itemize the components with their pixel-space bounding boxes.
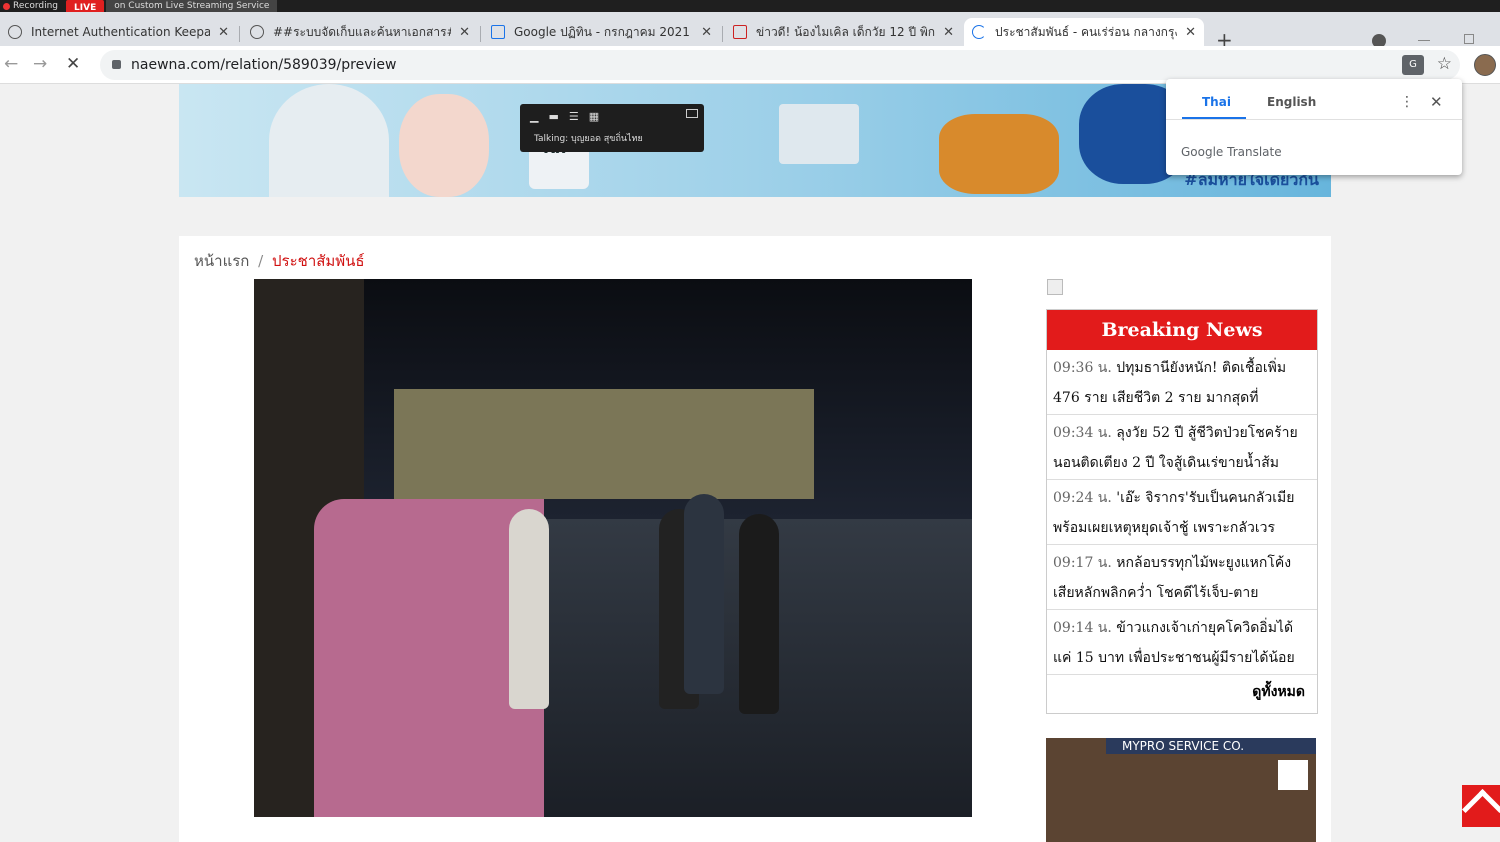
sidebar-ad[interactable]: MYPRO SERVICE CO. [1046, 738, 1316, 842]
translate-tab-thai[interactable]: Thai [1202, 95, 1231, 109]
google-translate-brand: Google Translate [1181, 145, 1282, 159]
talking-indicator: Talking: บุญยอด สุขถิ่นไทย [534, 134, 643, 144]
breaking-news-item[interactable]: 09:36 น. ปทุมธานียังหนัก! ติดเชื้อเพิ่ม … [1047, 350, 1317, 415]
breaking-news-item[interactable]: 09:34 น. ลุงวัย 52 ปี สู้ชีวิตป่วยโชคร้า… [1047, 415, 1317, 480]
globe-icon [8, 25, 22, 39]
url-text[interactable]: naewna.com/relation/589039/preview [131, 57, 396, 73]
banner-figure [269, 84, 389, 197]
close-icon[interactable]: ✕ [1430, 93, 1443, 111]
tab-internet-auth[interactable]: Internet Authentication Keepalive ✕ [0, 18, 237, 46]
close-icon[interactable]: ✕ [1185, 25, 1196, 40]
tab-title: ประชาสัมพันธ์ - คนเร่ร่อน กลางกรุง มีม [995, 24, 1178, 39]
banner-ad[interactable]: Rx #ลมหายใจเดียวกัน [179, 84, 1331, 197]
tab-strip: Internet Authentication Keepalive ✕ ##ระ… [0, 12, 1500, 52]
stop-loading-icon[interactable]: ✕ [66, 54, 80, 74]
recording-status: Recording [13, 1, 59, 11]
tab-title: ##ระบบจัดเก็บและค้นหาเอกสาร## [273, 24, 452, 39]
tab-news-michael[interactable]: ข่าวดี! น้องไมเคิล เด็กวัย 12 ปี พิการทา… [725, 18, 962, 46]
more-options-icon[interactable]: ⋮ [1400, 94, 1414, 110]
naewna-icon [733, 25, 747, 39]
view-all-link[interactable]: ดูทั้งหมด [1047, 675, 1317, 709]
forward-arrow-icon[interactable]: → [33, 54, 47, 74]
bookmark-star-icon[interactable]: ☆ [1437, 54, 1452, 74]
minimize-button[interactable] [1418, 40, 1430, 41]
photo-person [509, 509, 549, 709]
news-time: 09:36 น. [1053, 360, 1112, 376]
calendar-icon [491, 25, 505, 39]
tab-separator [722, 26, 723, 42]
news-time: 09:14 น. [1053, 620, 1112, 636]
photo-building [394, 389, 814, 499]
close-icon[interactable]: ✕ [459, 25, 470, 40]
banner-fruit-stall [939, 114, 1059, 194]
speaker-view-icon[interactable]: ▬ [548, 110, 558, 123]
article-photo [254, 279, 972, 817]
banner-boxes [779, 104, 859, 164]
view-mode-icons: ▁ ▬ ☰ ▦ [520, 104, 704, 123]
globe-icon [250, 25, 264, 39]
translate-popup: Thai English ⋮ ✕ Google Translate [1166, 79, 1462, 175]
maximize-button[interactable] [1464, 34, 1474, 44]
streaming-service-menu[interactable]: on Custom Live Streaming Service [106, 0, 278, 12]
close-icon[interactable]: ✕ [701, 25, 712, 40]
banner-figure [399, 94, 489, 197]
translate-icon[interactable]: G [1402, 55, 1424, 75]
breadcrumb-separator: / [258, 252, 264, 270]
minimize-view-icon[interactable]: ▁ [530, 110, 538, 123]
breaking-news-title: Breaking News [1047, 310, 1317, 350]
breadcrumb-home[interactable]: หน้าแรก [194, 252, 249, 270]
record-icon [3, 2, 10, 10]
news-time: 09:34 น. [1053, 425, 1112, 441]
tab-title: Google ปฏิทิน - กรกฎาคม 2021 [514, 24, 690, 39]
tab-active-pr[interactable]: ประชาสัมพันธ์ - คนเร่ร่อน กลางกรุง มีม ✕ [964, 18, 1204, 46]
back-arrow-icon[interactable]: ← [4, 54, 18, 74]
gallery-view-icon[interactable]: ▦ [589, 110, 599, 123]
broken-image-icon [1047, 279, 1063, 295]
profile-avatar[interactable] [1474, 54, 1496, 76]
tab-separator [239, 26, 240, 42]
recording-bar: Recording LIVE on Custom Live Streaming … [0, 0, 1500, 16]
expand-icon[interactable] [686, 109, 698, 118]
photo-person [684, 494, 724, 694]
breaking-news-item[interactable]: 09:17 น. หกล้อบรรทุกไม้พะยูงแหกโค้งเสียห… [1047, 545, 1317, 610]
tab-separator [480, 26, 481, 42]
news-time: 09:17 น. [1053, 555, 1112, 571]
close-icon[interactable]: ✕ [218, 25, 229, 40]
meeting-mini-window[interactable]: ▁ ▬ ☰ ▦ Talking: บุญยอด สุขถิ่นไทย [520, 104, 704, 152]
breaking-news-item[interactable]: 09:24 น. 'เอ๊ะ จิรากร'รับเป็นคนกลัวเมีย … [1047, 480, 1317, 545]
breaking-news-panel: Breaking News 09:36 น. ปทุมธานียังหนัก! … [1046, 309, 1318, 714]
news-time: 09:24 น. [1053, 490, 1112, 506]
tab-document-system[interactable]: ##ระบบจัดเก็บและค้นหาเอกสาร## ✕ [242, 18, 478, 46]
tab-title: Internet Authentication Keepalive [31, 25, 211, 39]
address-bar[interactable]: naewna.com/relation/589039/preview G ☆ [100, 50, 1460, 80]
photo-person [739, 514, 779, 714]
strip-view-icon[interactable]: ☰ [569, 110, 579, 123]
tab-google-calendar[interactable]: Google ปฏิทิน - กรกฎาคม 2021 ✕ [483, 18, 720, 46]
qr-code-image [1278, 760, 1308, 790]
back-to-top-button[interactable] [1462, 785, 1500, 827]
close-icon[interactable]: ✕ [943, 25, 954, 40]
divider [1166, 119, 1462, 120]
lock-icon[interactable] [112, 60, 121, 69]
breadcrumb: หน้าแรก / ประชาสัมพันธ์ [194, 249, 365, 273]
web-page: Rx #ลมหายใจเดียวกัน หน้าแรก / ประชาสัมพั… [0, 84, 1500, 842]
ad-title: MYPRO SERVICE CO. [1106, 738, 1316, 754]
breaking-news-item[interactable]: 09:14 น. ข้าวแกงเจ้าเก่ายุคโควิดอิ่มได้แ… [1047, 610, 1317, 675]
translate-tab-english[interactable]: English [1267, 95, 1316, 109]
breadcrumb-category[interactable]: ประชาสัมพันธ์ [272, 252, 365, 270]
loading-spinner-icon [972, 25, 986, 39]
tab-title: ข่าวดี! น้องไมเคิล เด็กวัย 12 ปี พิการทา [756, 24, 936, 39]
